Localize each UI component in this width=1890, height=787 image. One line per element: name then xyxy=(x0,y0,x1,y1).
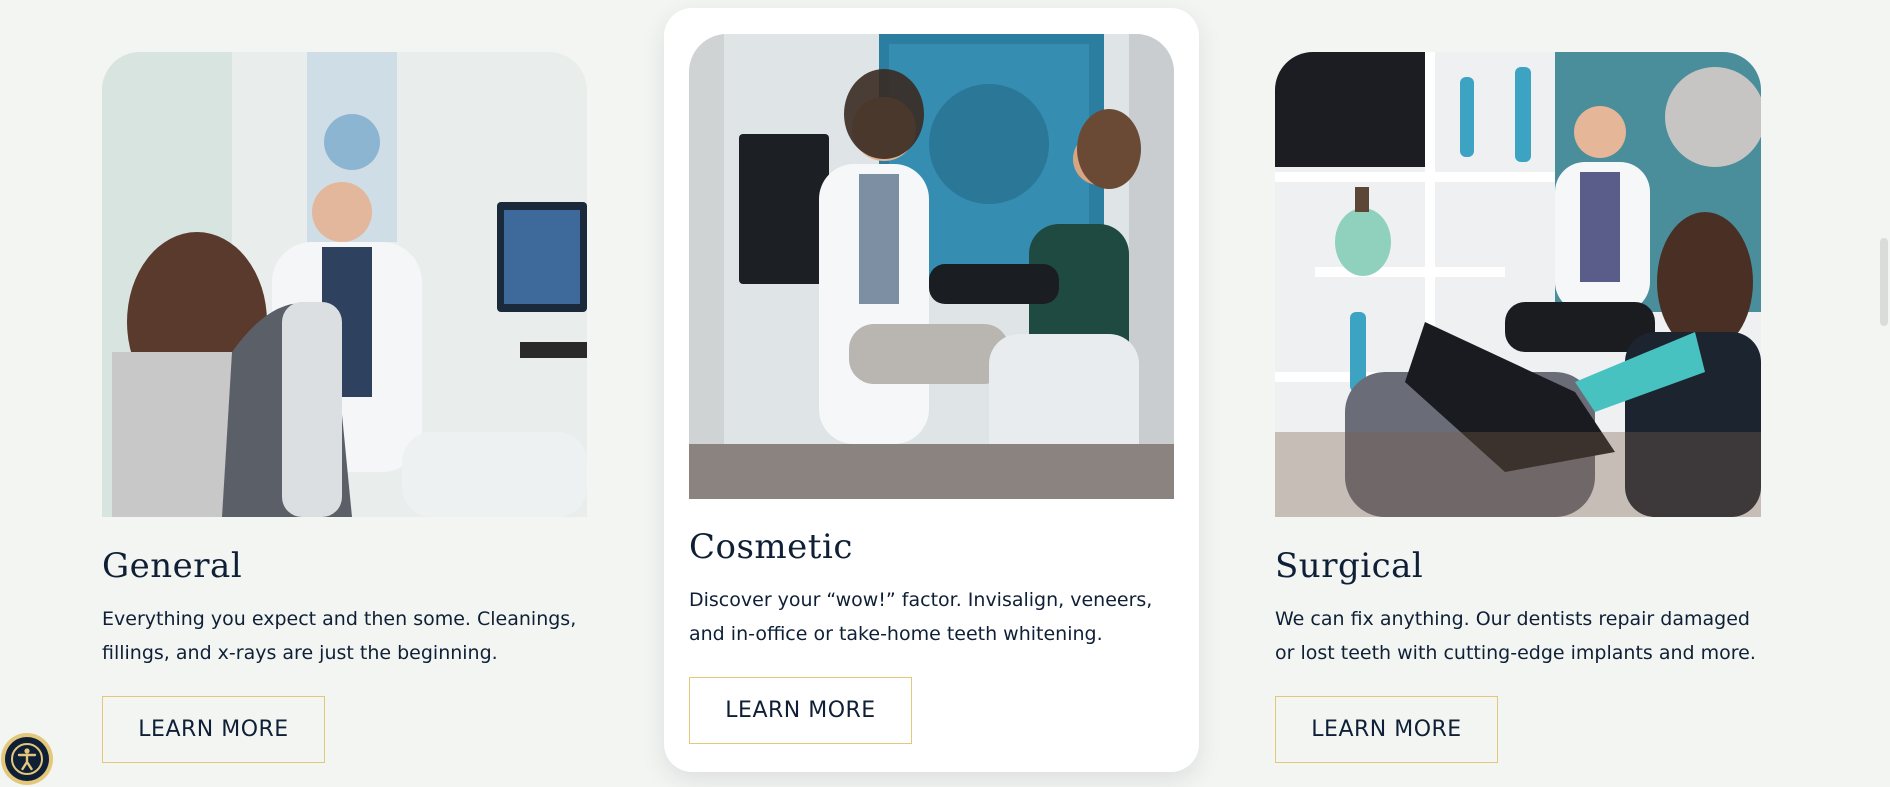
cosmetic-learn-more-button[interactable]: LEARN MORE xyxy=(689,677,912,744)
card-title: Cosmetic xyxy=(689,527,853,567)
surgical-learn-more-button[interactable]: LEARN MORE xyxy=(1275,696,1498,763)
service-card-cosmetic: Cosmetic Discover your “wow!” factor. In… xyxy=(664,8,1199,772)
accessibility-icon xyxy=(5,737,49,781)
card-title: General xyxy=(102,546,243,586)
card-description: We can fix anything. Our dentists repair… xyxy=(1275,608,1756,664)
page-scrollbar[interactable] xyxy=(1878,0,1890,787)
card-description: Everything you expect and then some. Cle… xyxy=(102,608,577,664)
accessibility-button[interactable] xyxy=(1,733,53,785)
general-dentist-photo xyxy=(102,52,587,517)
cosmetic-dentist-photo xyxy=(689,34,1174,499)
general-learn-more-button[interactable]: LEARN MORE xyxy=(102,696,325,763)
scrollbar-thumb[interactable] xyxy=(1880,238,1888,326)
card-description: Discover your “wow!” factor. Invisalign,… xyxy=(689,589,1153,645)
surgical-dentist-photo xyxy=(1275,52,1761,517)
card-title: Surgical xyxy=(1275,546,1424,586)
